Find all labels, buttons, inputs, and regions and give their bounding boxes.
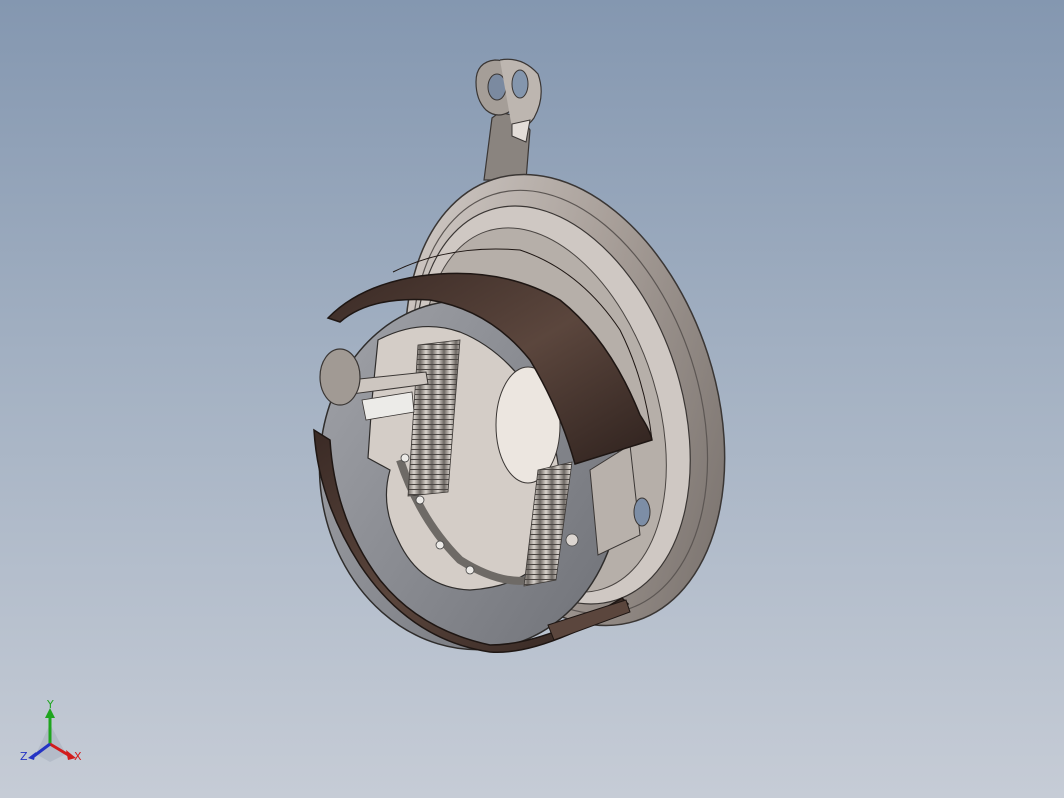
z-axis-arrow-icon <box>28 752 36 760</box>
view-orientation-triad: Y X Z <box>20 700 82 763</box>
z-axis-label: Z <box>20 750 28 763</box>
mounting-lug <box>475 58 542 181</box>
y-axis-label: Y <box>46 700 54 711</box>
x-axis-label: X <box>74 750 82 763</box>
graphics-viewport[interactable]: Y X Z <box>0 0 1064 798</box>
brake-drum-assembly-model[interactable] <box>0 0 1064 798</box>
